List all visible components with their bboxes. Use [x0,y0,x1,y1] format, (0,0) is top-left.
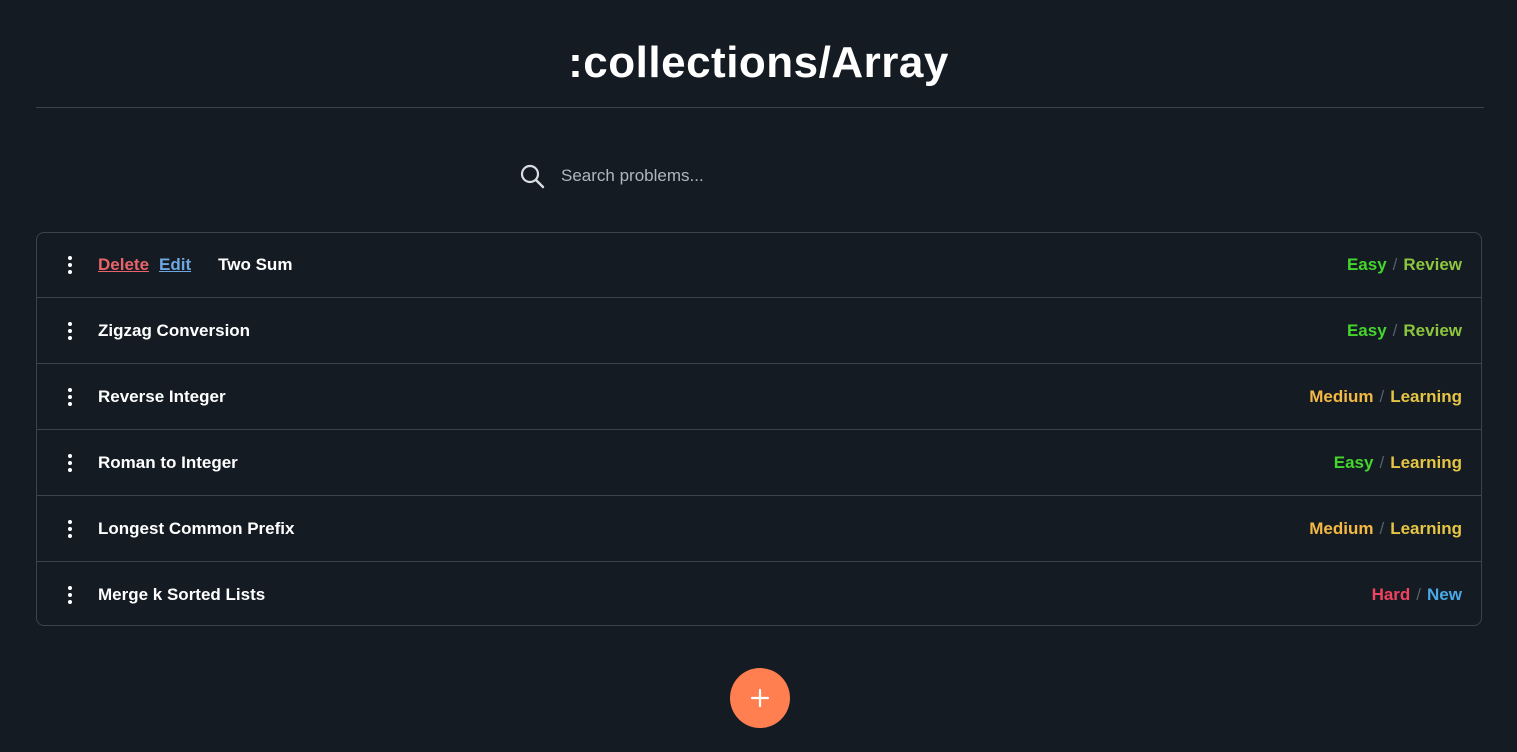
search-box[interactable] [505,150,777,202]
status-badge: Learning [1390,518,1462,538]
search-input[interactable] [559,165,763,187]
tag-separator: / [1416,585,1422,604]
problem-name[interactable]: Two Sum [218,255,292,275]
page-title: :collections/Array [568,38,949,87]
difficulty-badge: Hard [1371,585,1411,604]
problem-name[interactable]: Merge k Sorted Lists [98,585,265,605]
add-problem-button[interactable] [730,668,790,728]
problem-tags: Easy / Review [1347,233,1462,297]
status-badge: New [1427,585,1462,604]
problem-tags: Easy / Learning [1334,430,1462,495]
tag-separator: / [1392,320,1398,340]
more-options-icon[interactable] [65,256,75,274]
problem-name[interactable]: Longest Common Prefix [98,519,294,539]
problem-name[interactable]: Roman to Integer [98,453,238,473]
status-badge: Learning [1390,452,1462,472]
page: :collections/Array Delete Edit Two Sum E… [0,0,1517,752]
problem-name[interactable]: Zigzag Conversion [98,321,250,341]
problem-row[interactable]: Reverse Integer Medium / Learning [37,364,1481,430]
problem-tags: Medium / Learning [1309,364,1462,429]
difficulty-badge: Medium [1309,386,1374,406]
problem-row[interactable]: Zigzag Conversion Easy / Review [37,298,1481,364]
problem-tags: Easy / Review [1347,298,1462,363]
difficulty-badge: Easy [1333,452,1374,472]
problem-tags: Hard / New [1371,562,1462,625]
tag-separator: / [1379,452,1385,472]
problem-row[interactable]: Longest Common Prefix Medium / Learning [37,496,1481,562]
status-badge: Learning [1390,386,1462,406]
title-divider [36,107,1484,108]
plus-icon [750,688,770,708]
tag-separator: / [1392,255,1398,274]
tag-separator: / [1379,518,1385,538]
tag-separator: / [1379,386,1385,406]
status-badge: Review [1403,320,1462,340]
problem-row[interactable]: Merge k Sorted Lists Hard / New [37,562,1481,625]
search-icon [520,164,545,189]
problem-list: Delete Edit Two Sum Easy / Review Zigzag… [36,232,1482,626]
edit-link[interactable]: Edit [159,255,191,275]
more-options-icon[interactable] [65,321,75,340]
more-options-icon[interactable] [65,586,75,604]
delete-link[interactable]: Delete [98,255,149,275]
more-options-icon[interactable] [65,453,75,472]
problem-tags: Medium / Learning [1309,496,1462,561]
difficulty-badge: Medium [1309,518,1374,538]
more-options-icon[interactable] [65,519,75,538]
difficulty-badge[interactable]: Easy [1347,255,1387,275]
problem-row[interactable]: Roman to Integer Easy / Learning [37,430,1481,496]
difficulty-badge: Easy [1346,320,1387,340]
problem-name[interactable]: Reverse Integer [98,387,226,407]
problem-row[interactable]: Delete Edit Two Sum Easy / Review [37,233,1481,298]
more-options-icon[interactable] [65,387,75,406]
status-badge[interactable]: Review [1403,255,1462,275]
